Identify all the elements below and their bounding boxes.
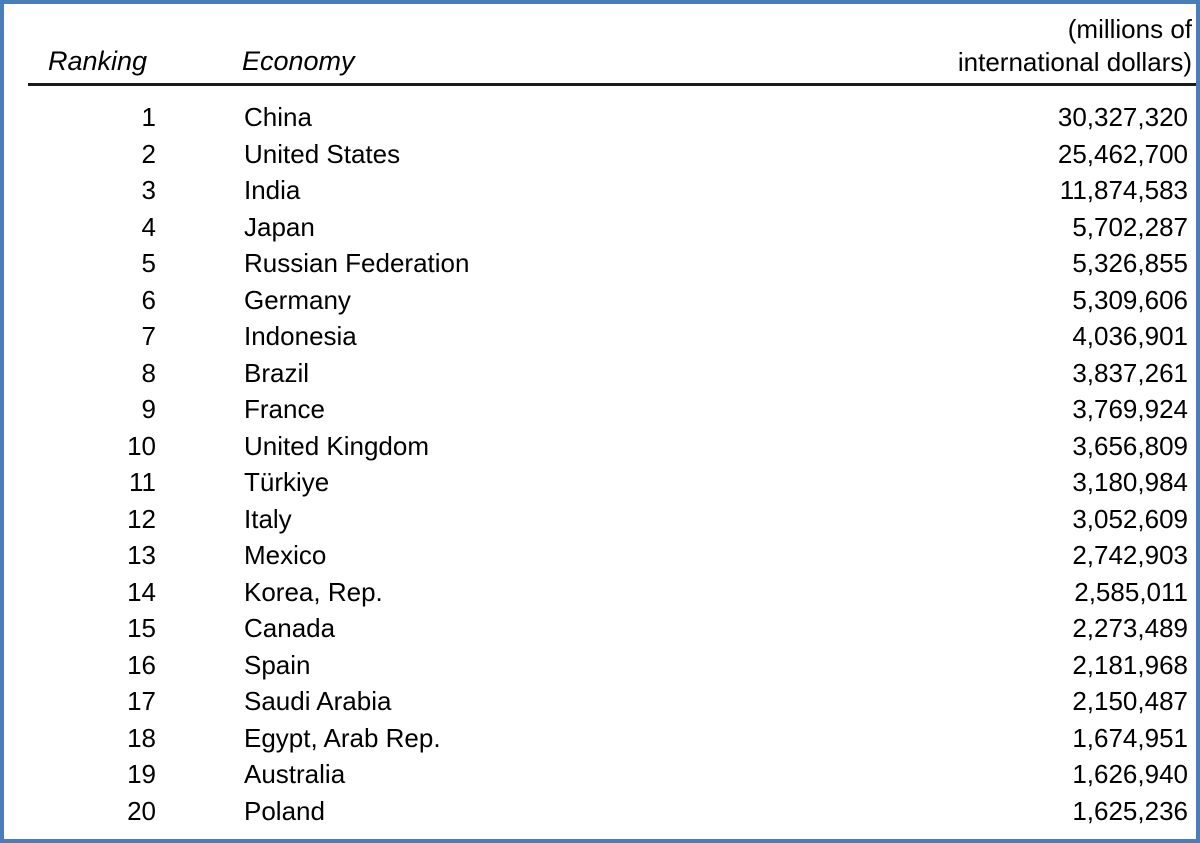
cell-value: 4,036,901 xyxy=(1072,321,1188,351)
table-row: 12 Italy 3,052,609 xyxy=(4,501,1196,538)
cell-ranking: 18 xyxy=(127,722,156,753)
cell-ranking: 13 xyxy=(127,540,156,570)
column-header-units-line2: international dollars) xyxy=(957,47,1192,77)
cell-value: 3,180,984 xyxy=(1072,467,1188,497)
table-row: 1 China 30,327,320 xyxy=(4,99,1196,136)
table-row: 2 United States 25,462,700 xyxy=(4,136,1196,173)
cell-economy: Egypt, Arab Rep. xyxy=(244,722,441,753)
cell-ranking: 15 xyxy=(127,613,156,643)
cell-value: 5,326,855 xyxy=(1072,248,1188,278)
cell-economy: Saudi Arabia xyxy=(244,686,392,716)
cell-economy: Mexico xyxy=(244,540,327,570)
table-row: 18 Egypt, Arab Rep. 1,674,951 xyxy=(4,720,1196,757)
header-divider-rule xyxy=(28,83,1196,86)
table-row: 16 Spain 2,181,968 xyxy=(4,647,1196,684)
table-row: 9 France 3,769,924 xyxy=(4,391,1196,428)
cell-ranking: 7 xyxy=(141,321,156,351)
cell-economy: Canada xyxy=(244,613,336,643)
cell-economy: Spain xyxy=(244,649,311,680)
cell-economy: Japan xyxy=(244,211,315,242)
cell-value: 5,309,606 xyxy=(1072,284,1188,315)
table-row: 6 Germany 5,309,606 xyxy=(4,282,1196,319)
cell-ranking: 6 xyxy=(141,284,156,315)
cell-ranking: 12 xyxy=(127,503,156,534)
ranking-table: Ranking Economy (millions of internation… xyxy=(4,4,1196,839)
cell-value: 2,585,011 xyxy=(1074,576,1188,607)
column-header-ranking: Ranking xyxy=(48,46,148,76)
cell-ranking: 4 xyxy=(141,211,156,242)
table-row: 10 United Kingdom 3,656,809 xyxy=(4,428,1196,465)
cell-ranking: 10 xyxy=(127,430,156,461)
cell-value: 5,702,287 xyxy=(1072,211,1188,242)
cell-economy: France xyxy=(244,394,325,424)
cell-economy: Indonesia xyxy=(244,321,357,351)
table-row: 7 Indonesia 4,036,901 xyxy=(4,318,1196,355)
table-body: 1 China 30,327,320 2 United States 25,462,700… xyxy=(4,99,1196,829)
cell-economy: India xyxy=(244,175,301,205)
cell-value: 1,626,940 xyxy=(1072,759,1188,789)
cell-economy: United Kingdom xyxy=(244,430,429,461)
table-row: 4 Japan 5,702,287 xyxy=(4,209,1196,246)
table-row: 13 Mexico 2,742,903 xyxy=(4,537,1196,574)
cell-economy: China xyxy=(244,102,312,132)
cell-economy: Germany xyxy=(244,284,351,315)
cell-value: 25,462,700 xyxy=(1057,138,1188,169)
cell-economy: Russian Federation xyxy=(244,248,470,278)
cell-ranking: 16 xyxy=(127,649,156,680)
cell-value: 30,327,320 xyxy=(1057,102,1188,132)
table-row: 11 Türkiye 3,180,984 xyxy=(4,464,1196,501)
cell-ranking: 5 xyxy=(141,248,156,278)
column-header-economy: Economy xyxy=(242,46,355,76)
cell-value: 3,656,809 xyxy=(1072,430,1188,461)
cell-ranking: 9 xyxy=(141,394,156,424)
cell-ranking: 1 xyxy=(141,102,156,132)
cell-ranking: 8 xyxy=(141,357,156,388)
table-row: 17 Saudi Arabia 2,150,487 xyxy=(4,683,1196,720)
cell-ranking: 14 xyxy=(127,576,156,607)
table-row: 5 Russian Federation 5,326,855 xyxy=(4,245,1196,282)
cell-economy: Poland xyxy=(244,795,325,826)
ranking-table-frame: Ranking Economy (millions of internation… xyxy=(0,0,1200,843)
cell-value: 2,273,489 xyxy=(1072,613,1188,643)
cell-value: 3,052,609 xyxy=(1072,503,1188,534)
cell-value: 11,874,583 xyxy=(1059,175,1188,205)
cell-value: 1,625,236 xyxy=(1072,795,1188,826)
table-header: Ranking Economy (millions of internation… xyxy=(4,4,1196,86)
cell-economy: Brazil xyxy=(244,357,310,388)
column-header-units: (millions of international dollars) xyxy=(672,13,1192,79)
cell-value: 3,837,261 xyxy=(1072,357,1188,388)
cell-value: 2,181,968 xyxy=(1072,649,1188,680)
cell-ranking: 11 xyxy=(129,467,156,497)
cell-value: 2,150,487 xyxy=(1072,686,1188,716)
table-row: 8 Brazil 3,837,261 xyxy=(4,355,1196,392)
cell-economy: Italy xyxy=(244,503,292,534)
cell-ranking: 2 xyxy=(141,138,156,169)
table-row: 15 Canada 2,273,489 xyxy=(4,610,1196,647)
table-row: 19 Australia 1,626,940 xyxy=(4,756,1196,793)
cell-economy: Türkiye xyxy=(244,467,330,497)
cell-economy: Korea, Rep. xyxy=(244,576,383,607)
cell-ranking: 3 xyxy=(141,175,156,205)
cell-ranking: 19 xyxy=(127,759,156,789)
cell-value: 3,769,924 xyxy=(1072,394,1188,424)
cell-economy: United States xyxy=(244,138,401,169)
table-row: 3 India 11,874,583 xyxy=(4,172,1196,209)
cell-ranking: 20 xyxy=(127,795,156,826)
table-row: 14 Korea, Rep. 2,585,011 xyxy=(4,574,1196,611)
cell-ranking: 17 xyxy=(127,686,156,716)
cell-value: 2,742,903 xyxy=(1072,540,1188,570)
cell-economy: Australia xyxy=(244,759,346,789)
column-header-units-line1: (millions of xyxy=(1067,14,1192,44)
table-row: 20 Poland 1,625,236 xyxy=(4,793,1196,830)
cell-value: 1,674,951 xyxy=(1072,722,1188,753)
